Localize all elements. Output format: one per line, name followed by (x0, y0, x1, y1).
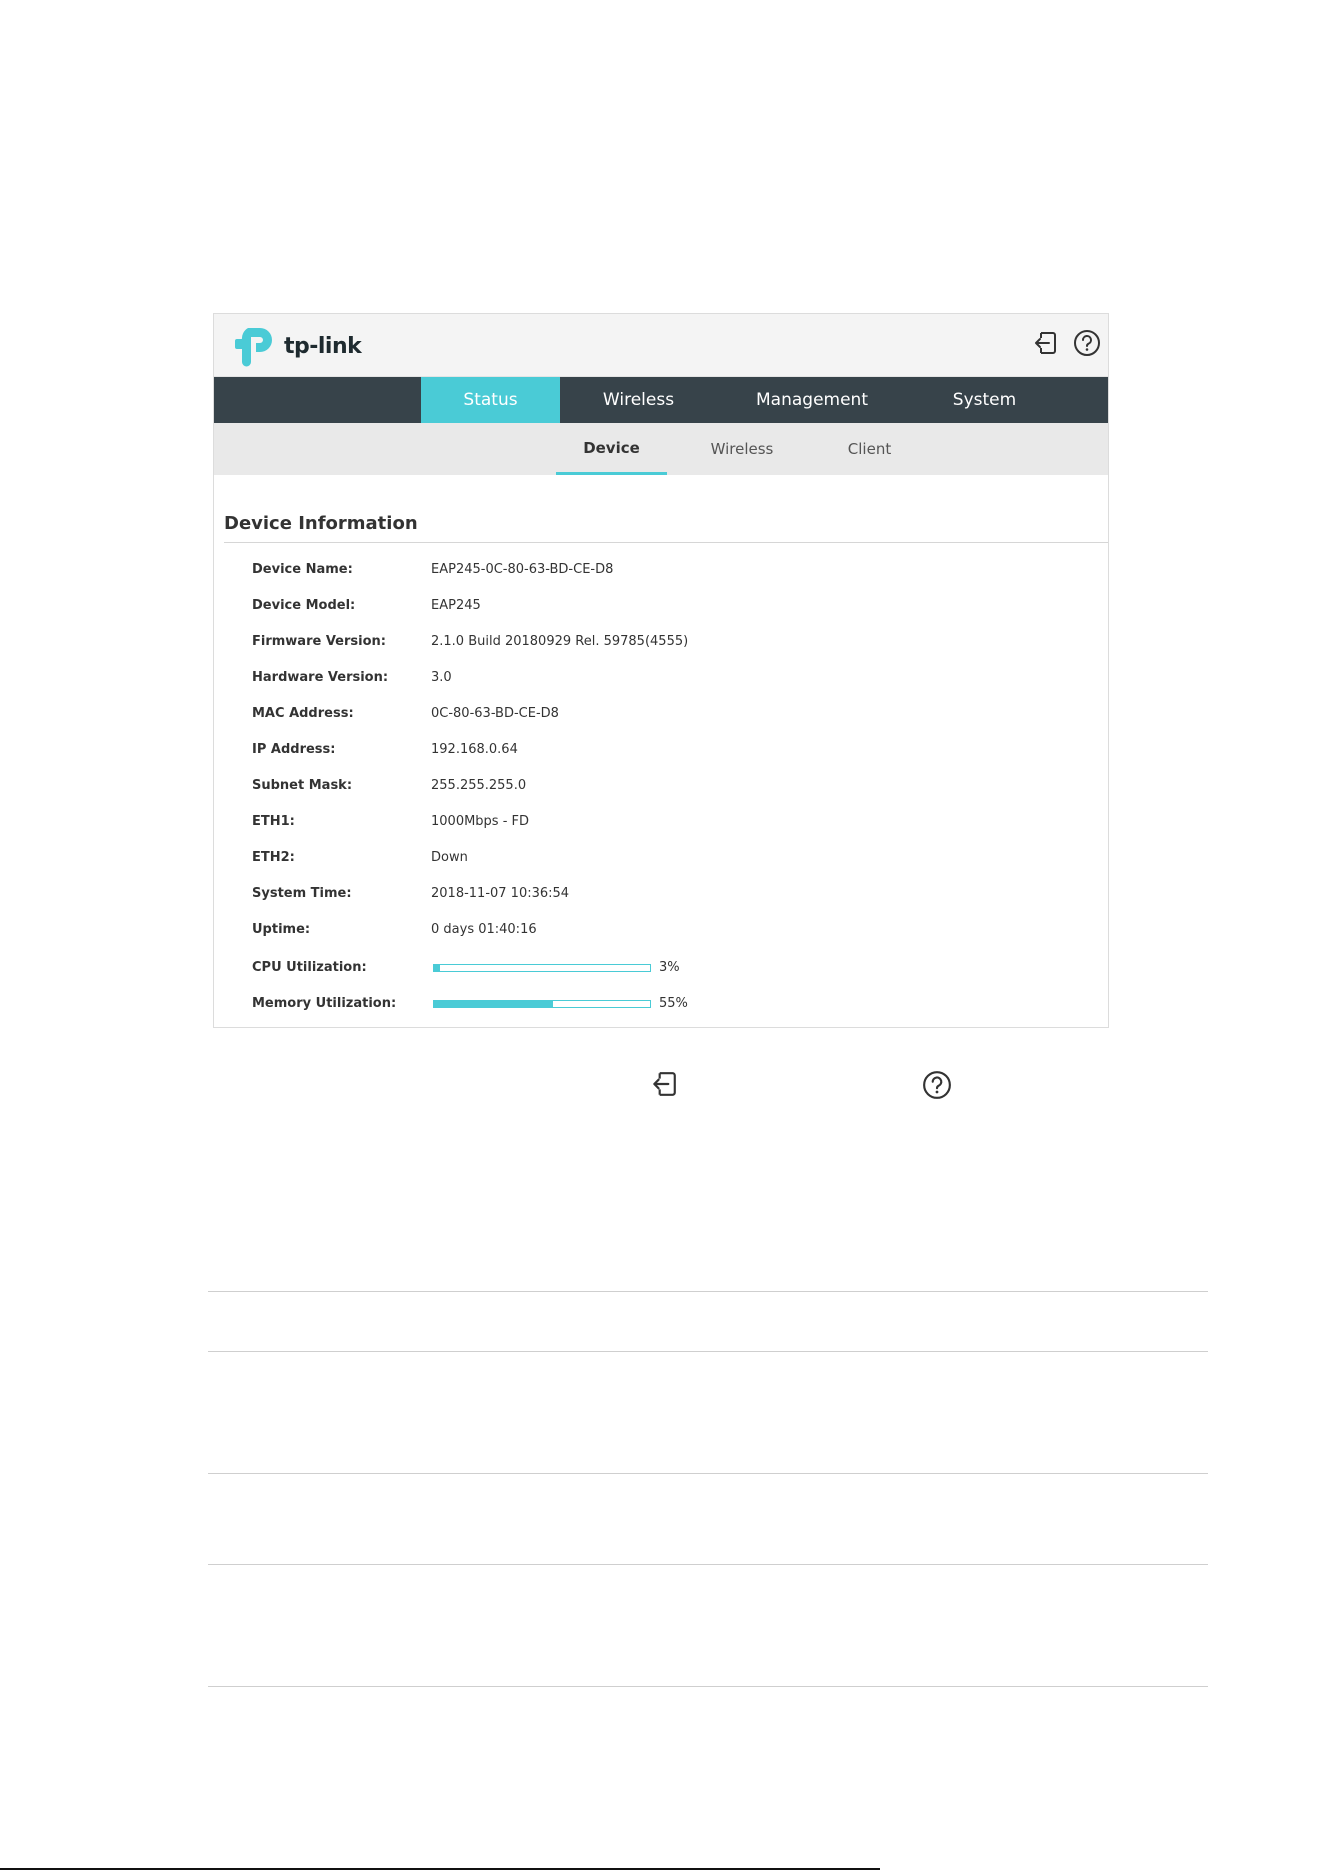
info-value: EAP245-0C-80-63-BD-CE-D8 (431, 562, 614, 577)
sub-tab-wireless[interactable]: Wireless (667, 423, 817, 475)
info-value: 2.1.0 Build 20180929 Rel. 59785(4555) (431, 634, 689, 649)
info-label: Subnet Mask: (252, 778, 353, 793)
info-row-device-name: Device Name: EAP245-0C-80-63-BD-CE-D8 (214, 562, 1108, 582)
main-nav: Status Wireless Management System (214, 377, 1108, 423)
info-row-cpu-utilization: CPU Utilization: 3% (214, 960, 1108, 980)
info-label: System Time: (252, 886, 352, 901)
table-rule (208, 1351, 1208, 1352)
info-label: Firmware Version: (252, 634, 386, 649)
info-label: CPU Utilization: (252, 960, 367, 975)
table-rule (208, 1291, 1208, 1292)
info-row-system-time: System Time: 2018-11-07 10:36:54 (214, 886, 1108, 906)
info-row-memory-utilization: Memory Utilization: 55% (214, 996, 1108, 1016)
help-icon (923, 1071, 951, 1099)
tp-link-logo-icon (235, 328, 272, 367)
info-value: 3.0 (431, 670, 452, 685)
info-value: 1000Mbps - FD (431, 814, 530, 829)
info-value: Down (431, 850, 468, 865)
tp-link-logo[interactable]: tp-link (234, 318, 362, 374)
nav-tab-label: Wireless (602, 390, 675, 410)
info-label: MAC Address: (252, 706, 354, 721)
info-row-firmware-version: Firmware Version: 2.1.0 Build 20180929 R… (214, 634, 1108, 654)
info-label: Device Name: (252, 562, 353, 577)
logo-text: tp-link (284, 333, 362, 359)
info-row-device-model: Device Model: EAP245 (214, 598, 1108, 618)
info-row-eth1: ETH1: 1000Mbps - FD (214, 814, 1108, 834)
sub-tab-device[interactable]: Device (556, 423, 667, 475)
help-button[interactable] (1071, 327, 1103, 359)
sub-tab-client[interactable]: Client (817, 423, 922, 475)
info-label: Hardware Version: (252, 670, 389, 685)
info-label: ETH1: (252, 814, 295, 829)
memory-usage-fill (434, 1001, 553, 1007)
memory-usage-bar (433, 1000, 651, 1008)
logout-icon (1035, 332, 1056, 354)
info-value: 0 days 01:40:16 (431, 922, 537, 937)
table-rule (208, 1686, 1208, 1687)
info-row-hardware-version: Hardware Version: 3.0 (214, 670, 1108, 690)
screenshot-frame: tp-link Status Wireless Management Syste… (213, 313, 1109, 1028)
info-label: Uptime: (252, 922, 311, 937)
logout-button[interactable] (1029, 327, 1061, 359)
nav-tab-label: Management (756, 390, 868, 410)
help-icon (1074, 330, 1100, 356)
footer-rule (0, 1868, 880, 1870)
sub-tab-label: Client (847, 440, 892, 458)
nav-tab-management[interactable]: Management (717, 377, 907, 423)
info-value: 0C-80-63-BD-CE-D8 (431, 706, 559, 721)
help-icon-reference (921, 1069, 953, 1101)
logout-icon (653, 1072, 676, 1096)
nav-tab-system[interactable]: System (907, 377, 1062, 423)
cpu-usage-fill (434, 965, 441, 971)
sub-tab-label: Device (583, 438, 640, 457)
memory-usage-percent: 55% (659, 996, 688, 1011)
table-rule (208, 1564, 1208, 1565)
nav-tab-label: Status (463, 390, 518, 410)
sub-nav: Device Wireless Client (214, 423, 1108, 475)
section-title: Device Information (224, 513, 418, 534)
info-row-eth2: ETH2: Down (214, 850, 1108, 870)
info-value: 192.168.0.64 (431, 742, 518, 757)
info-value: 255.255.255.0 (431, 778, 527, 793)
info-label: Device Model: (252, 598, 356, 613)
info-row-subnet-mask: Subnet Mask: 255.255.255.0 (214, 778, 1108, 798)
nav-tab-label: System (952, 390, 1017, 410)
nav-tab-status[interactable]: Status (421, 377, 560, 423)
logout-icon-reference (648, 1068, 680, 1100)
info-value: 2018-11-07 10:36:54 (431, 886, 570, 901)
info-value: EAP245 (431, 598, 481, 613)
cpu-usage-percent: 3% (659, 960, 680, 975)
top-bar: tp-link (214, 314, 1108, 377)
info-row-uptime: Uptime: 0 days 01:40:16 (214, 922, 1108, 942)
sub-tab-label: Wireless (710, 440, 774, 458)
info-label: Memory Utilization: (252, 996, 397, 1011)
table-rule (208, 1473, 1208, 1474)
info-label: ETH2: (252, 850, 295, 865)
info-row-ip-address: IP Address: 192.168.0.64 (214, 742, 1108, 762)
info-label: IP Address: (252, 742, 336, 757)
info-row-mac-address: MAC Address: 0C-80-63-BD-CE-D8 (214, 706, 1108, 726)
section-divider (224, 542, 1108, 543)
nav-tab-wireless[interactable]: Wireless (560, 377, 717, 423)
cpu-usage-bar (433, 964, 651, 972)
